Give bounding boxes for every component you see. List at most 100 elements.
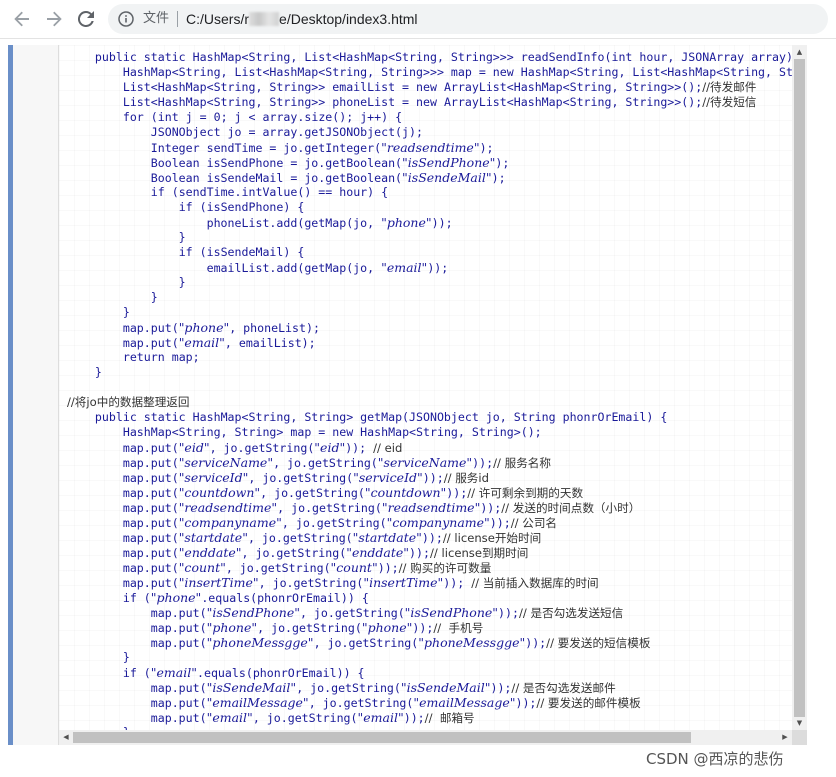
url-text[interactable]: C:/Users/r e/Desktop/index3.html (186, 10, 418, 28)
watermark: CSDN @西凉的悲伤 (646, 750, 784, 768)
code-text: HashMap<String, List<HashMap<String, Str… (67, 65, 799, 79)
browser-toolbar: 文件 C:/Users/r e/Desktop/index3.html (0, 0, 836, 39)
code-text: map.put("isSendeMail", jo.getString("isS… (67, 680, 616, 695)
code-line: 38 map.put("isSendPhone", jo.getString("… (59, 605, 799, 620)
code-text: map.put("startdate", jo.getString("start… (67, 530, 542, 545)
code-lines: 1▾ public static HashMap<String, List<Ha… (59, 50, 799, 731)
code-text: List<HashMap<String, String>> phoneList … (67, 95, 757, 109)
code-line: 6 JSONObject jo = array.getJSONObject(j)… (59, 125, 799, 140)
address-separator (177, 11, 178, 27)
forward-button[interactable] (40, 5, 68, 33)
code-text: map.put("eid", jo.getString("eid")); // … (67, 440, 403, 455)
code-line: 14▾ if (isSendeMail) { (59, 245, 799, 260)
code-text: map.put("insertTime", jo.getString("inse… (67, 575, 599, 590)
code-text: map.put("phone", jo.getString("phone"));… (67, 620, 484, 635)
code-text: } (67, 650, 130, 664)
code-line: 33 map.put("startdate", jo.getString("st… (59, 530, 799, 545)
code-text: if ("email".equals(phonrOrEmail)) { (122, 665, 365, 680)
redacted-username (249, 12, 280, 26)
address-bar[interactable]: 文件 C:/Users/r e/Desktop/index3.html (108, 4, 828, 34)
code-line: 40 map.put("phoneMessgge", jo.getString(… (59, 635, 799, 650)
code-line: 43 map.put("isSendeMail", jo.getString("… (59, 680, 799, 695)
back-button[interactable] (8, 5, 36, 33)
code-line: 44 map.put("emailMessage", jo.getString(… (59, 695, 799, 710)
code-text: map.put("phoneMessgge", jo.getString("ph… (67, 635, 651, 650)
code-line: 13 } (59, 230, 799, 245)
vertical-scroll-thumb[interactable] (794, 59, 805, 717)
code-line: 4 List<HashMap<String, String>> phoneLis… (59, 95, 799, 110)
code-text: map.put("count", jo.getString("count"));… (67, 560, 492, 575)
info-icon[interactable] (118, 11, 134, 27)
code-text: } (67, 275, 186, 289)
code-text: List<HashMap<String, String>> emailList … (67, 80, 757, 94)
code-line: 21 return map; (59, 350, 799, 365)
code-line: 42▾ if ("email".equals(phonrOrEmail)) { (59, 665, 799, 680)
vertical-scrollbar[interactable]: ▲ ▼ (792, 45, 807, 730)
scroll-left-arrow-icon[interactable]: ◀ (59, 730, 73, 745)
arrow-right-icon (47, 11, 62, 27)
code-line: 23 (59, 380, 799, 395)
code-line: 26 HashMap<String, String> map = new Has… (59, 425, 799, 440)
code-text: Integer sendTime = jo.getInteger("readse… (67, 140, 494, 155)
code-line: 16 } (59, 275, 799, 290)
code-text: map.put("companyname", jo.getString("com… (67, 515, 558, 530)
code-line: 19 map.put("phone", phoneList); (59, 320, 799, 335)
code-line: 3 List<HashMap<String, String>> emailLis… (59, 80, 799, 95)
code-text: Boolean isSendPhone = jo.getBoolean("isS… (67, 155, 510, 170)
reload-button[interactable] (72, 5, 100, 33)
code-line: 45 map.put("email", jo.getString("email"… (59, 710, 799, 725)
code-text: map.put("isSendPhone", jo.getString("isS… (67, 605, 624, 620)
code-line: 2 HashMap<String, List<HashMap<String, S… (59, 65, 799, 80)
code-line: 29 map.put("serviceId", jo.getString("se… (59, 470, 799, 485)
code-line: 1▾ public static HashMap<String, List<Ha… (59, 50, 799, 65)
code-line: 5▾ for (int j = 0; j < array.size(); j++… (59, 110, 799, 125)
code-text: map.put("emailMessage", jo.getString("em… (67, 695, 641, 710)
code-line: 17 } (59, 290, 799, 305)
scroll-right-arrow-icon[interactable]: ▶ (778, 730, 792, 745)
code-line: 11▾ if (isSendPhone) { (59, 200, 799, 215)
code-text: Boolean isSendeMail = jo.getBoolean("isS… (67, 170, 506, 185)
code-area[interactable]: 1▾ public static HashMap<String, List<Ha… (59, 45, 799, 731)
code-text: if (isSendeMail) { (178, 245, 305, 259)
code-viewer: 1▾ public static HashMap<String, List<Ha… (8, 45, 813, 745)
code-line: 34 map.put("enddate", jo.getString("endd… (59, 545, 799, 560)
code-text: if (isSendPhone) { (178, 200, 305, 214)
code-text: } (67, 230, 186, 244)
code-line: 41 } (59, 650, 799, 665)
code-line: 7 Integer sendTime = jo.getInteger("read… (59, 140, 799, 155)
url-mid: e (279, 11, 287, 27)
code-line: 35 map.put("count", jo.getString("count"… (59, 560, 799, 575)
code-line: 18 } (59, 305, 799, 320)
scroll-up-arrow-icon[interactable]: ▲ (792, 45, 807, 59)
code-text: map.put("email", emailList); (67, 335, 316, 350)
code-line: 15 emailList.add(getMap(jo, "email")); (59, 260, 799, 275)
code-text: map.put("phone", phoneList); (67, 320, 320, 335)
code-line: 28 map.put("serviceName", jo.getString("… (59, 455, 799, 470)
code-line: 31 map.put("readsendtime", jo.getString(… (59, 500, 799, 515)
code-text: } (67, 290, 158, 304)
arrow-left-icon (14, 11, 29, 27)
code-text: map.put("enddate", jo.getString("enddate… (67, 545, 529, 560)
reload-icon (78, 11, 94, 27)
scroll-down-arrow-icon[interactable]: ▼ (792, 716, 807, 730)
code-text: } (67, 305, 130, 319)
code-line: 30 map.put("countdown", jo.getString("co… (59, 485, 799, 500)
code-line: 22 } (59, 365, 799, 380)
code-text: public static HashMap<String, List<HashM… (94, 50, 799, 64)
horizontal-scroll-thumb[interactable] (73, 732, 691, 743)
code-text: return map; (122, 350, 200, 364)
code-text: emailList.add(getMap(jo, "email")); (67, 260, 449, 275)
code-text: for (int j = 0; j < array.size(); j++) { (122, 110, 403, 124)
code-line: 32 map.put("companyname", jo.getString("… (59, 515, 799, 530)
url-prefix: C:/Users/ (186, 11, 245, 27)
code-line: 9 Boolean isSendeMail = jo.getBoolean("i… (59, 170, 799, 185)
code-text: if (sendTime.intValue() == hour) { (150, 185, 389, 199)
code-line: 10▾ if (sendTime.intValue() == hour) { (59, 185, 799, 200)
code-text: JSONObject jo = array.getJSONObject(j); (67, 125, 423, 139)
horizontal-scrollbar[interactable]: ◀ ▶ (59, 730, 792, 745)
scrollbar-corner (792, 730, 807, 745)
code-text: if ("phone".equals(phonrOrEmail)) { (122, 590, 369, 605)
code-line: 20 map.put("email", emailList); (59, 335, 799, 350)
code-text: map.put("serviceName", jo.getString("ser… (67, 455, 551, 470)
code-text: map.put("countdown", jo.getString("count… (67, 485, 584, 500)
